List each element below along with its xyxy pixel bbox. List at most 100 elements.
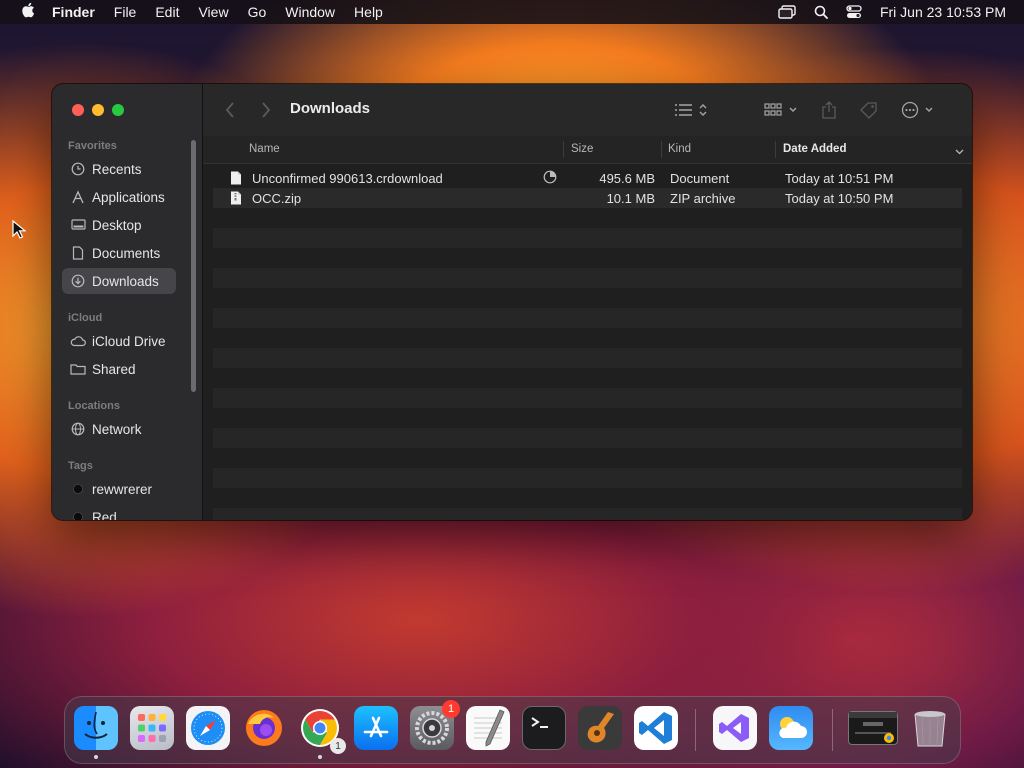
file-browser: Downloads Name Size Kind Date Added Unco… [203, 84, 972, 520]
more-actions-icon[interactable] [901, 100, 937, 120]
column-date-added[interactable]: Date Added [783, 143, 846, 155]
tag-icon[interactable] [859, 100, 879, 120]
finder-window: Favorites Recents Applications Desktop D… [52, 84, 972, 520]
share-icon[interactable] [821, 100, 837, 120]
file-kind: ZIP archive [670, 191, 736, 206]
applications-icon [70, 189, 86, 205]
shared-folder-icon [70, 361, 86, 377]
screen-mirroring-icon[interactable] [778, 5, 796, 19]
running-indicator [94, 755, 98, 759]
sidebar-item-network[interactable]: Network [62, 416, 176, 442]
menu-edit[interactable]: Edit [155, 4, 179, 20]
trash-dock-icon[interactable] [908, 706, 952, 750]
sidebar-item-label: Shared [92, 361, 136, 377]
menu-window[interactable]: Window [285, 4, 335, 20]
file-kind: Document [670, 171, 730, 186]
sidebar-item-label: Recents [92, 161, 142, 177]
visual-studio-dock-icon[interactable] [713, 706, 757, 750]
sidebar-item-label: iCloud Drive [92, 333, 166, 349]
garageband-dock-icon[interactable] [578, 706, 622, 750]
group-by-icon[interactable] [764, 100, 800, 120]
sidebar-item-tag-red[interactable]: Red [62, 504, 176, 520]
menu-file[interactable]: File [114, 4, 137, 20]
column-divider[interactable] [563, 141, 564, 158]
file-date-added: Today at 10:51 PM [785, 171, 894, 186]
dock-separator [832, 709, 833, 751]
sidebar-item-applications[interactable]: Applications [62, 184, 176, 210]
textedit-dock-icon[interactable] [466, 706, 510, 750]
forward-chevron-icon[interactable] [261, 100, 271, 120]
apple-menu-icon[interactable] [18, 2, 38, 22]
window-title: Downloads [290, 100, 371, 117]
empty-list-area[interactable] [213, 208, 962, 520]
zoom-button[interactable] [112, 104, 124, 116]
menu-bar: Finder File Edit View Go Window Help Fri… [0, 0, 1024, 24]
menu-view[interactable]: View [198, 4, 228, 20]
cloud-icon [70, 333, 86, 349]
column-divider[interactable] [661, 141, 662, 158]
mouse-pointer-icon [12, 219, 27, 245]
sidebar-item-documents[interactable]: Documents [62, 240, 176, 266]
sidebar-item-recents[interactable]: Recents [62, 156, 176, 182]
column-name[interactable]: Name [249, 143, 280, 155]
close-button[interactable] [72, 104, 84, 116]
system-settings-dock-icon[interactable]: 1 [410, 700, 460, 750]
clock-icon [70, 161, 86, 177]
tag-dot-icon [70, 481, 86, 497]
notification-badge: 1 [442, 700, 460, 718]
sidebar-item-label: Network [92, 421, 142, 437]
dock: 1 1 [64, 696, 961, 764]
sidebar: Favorites Recents Applications Desktop D… [52, 84, 203, 520]
sort-chevron-down-icon[interactable] [955, 146, 964, 158]
finder-dock-icon[interactable] [74, 706, 118, 750]
running-indicator [318, 755, 322, 759]
window-controls [72, 104, 124, 116]
file-name: OCC.zip [252, 191, 302, 206]
menubar-clock[interactable]: Fri Jun 23 10:53 PM [880, 4, 1006, 20]
sidebar-item-icloud-drive[interactable]: iCloud Drive [62, 328, 176, 354]
dock-separator [695, 709, 696, 751]
list-view-icon[interactable] [674, 100, 710, 120]
globe-icon [70, 421, 86, 437]
sidebar-item-downloads[interactable]: Downloads [62, 268, 176, 294]
sidebar-item-shared[interactable]: Shared [62, 356, 176, 382]
sidebar-section-favorites: Favorites [68, 140, 117, 152]
file-row[interactable]: Unconfirmed 990613.crdownload 495.6 MB D… [213, 168, 962, 188]
column-kind[interactable]: Kind [668, 143, 691, 155]
back-chevron-icon[interactable] [225, 100, 235, 120]
chrome-download-badge: 1 [330, 738, 346, 754]
sidebar-item-label: Red [92, 509, 117, 521]
control-center-icon[interactable] [846, 5, 862, 19]
document-file-icon [230, 171, 242, 188]
column-divider[interactable] [775, 141, 776, 158]
sidebar-section-icloud: iCloud [68, 312, 103, 324]
file-date-added: Today at 10:50 PM [785, 191, 894, 206]
menu-app-finder[interactable]: Finder [52, 4, 95, 20]
vscode-dock-icon[interactable] [634, 706, 678, 750]
spotlight-search-icon[interactable] [814, 5, 828, 19]
sidebar-item-label: rewwrerer [92, 481, 153, 497]
document-icon [70, 245, 86, 261]
launchpad-dock-icon[interactable] [130, 706, 174, 750]
tag-dot-icon [70, 509, 86, 520]
menu-help[interactable]: Help [354, 4, 383, 20]
file-row[interactable]: OCC.zip 10.1 MB ZIP archive Today at 10:… [213, 188, 962, 208]
menu-go[interactable]: Go [248, 4, 267, 20]
toolbar: Downloads [203, 84, 972, 137]
weather-dock-icon[interactable] [769, 706, 813, 750]
firefox-dock-icon[interactable] [242, 706, 286, 750]
sidebar-scrollbar[interactable] [191, 140, 196, 392]
minimize-button[interactable] [92, 104, 104, 116]
sidebar-item-label: Downloads [92, 273, 159, 289]
safari-dock-icon[interactable] [186, 706, 230, 750]
file-size: 495.6 MB [599, 171, 655, 186]
app-store-dock-icon[interactable] [354, 706, 398, 750]
sidebar-item-label: Desktop [92, 217, 142, 233]
file-list: Unconfirmed 990613.crdownload 495.6 MB D… [213, 168, 962, 208]
chrome-dock-icon[interactable]: 1 [298, 706, 346, 754]
sidebar-item-desktop[interactable]: Desktop [62, 212, 176, 238]
sidebar-item-tag-rewwrerer[interactable]: rewwrerer [62, 476, 176, 502]
column-size[interactable]: Size [571, 143, 593, 155]
terminal-dock-icon[interactable] [522, 706, 566, 750]
chrome-window-dock-icon[interactable] [848, 711, 898, 745]
